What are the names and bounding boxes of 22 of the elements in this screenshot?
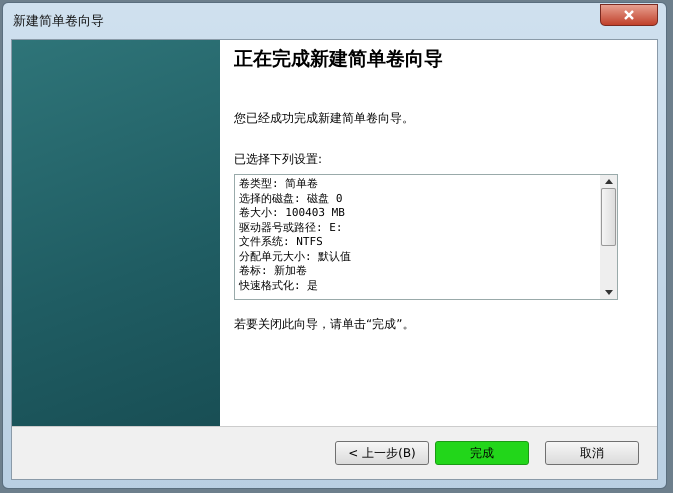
scrollbar[interactable] — [600, 175, 617, 299]
wizard-button[interactable]: 取消 — [545, 441, 639, 465]
setting-line: 卷大小: 100403 MB — [239, 206, 346, 220]
intro-text: 您已经成功完成新建简单卷向导。 — [234, 110, 415, 127]
settings-label: 已选择下列设置: — [234, 151, 324, 168]
wizard-heading: 正在完成新建简单卷向导 — [234, 47, 444, 72]
wizard-button[interactable]: 完成 — [435, 441, 529, 465]
down-arrow-icon[interactable] — [604, 290, 612, 295]
setting-line: 快速格式化: 是 — [239, 278, 320, 293]
window-title: 新建简单卷向导 — [12, 13, 104, 30]
setting-line: 文件系统: NTFS — [239, 235, 324, 250]
wizard-button[interactable]: < 上一步(B) — [335, 441, 429, 465]
close-icon — [623, 9, 635, 21]
up-arrow-icon[interactable] — [604, 179, 612, 184]
setting-line: 卷标: 新加卷 — [239, 264, 308, 278]
close-button[interactable] — [600, 4, 658, 26]
setting-line: 驱动器号或路径: E: — [239, 220, 344, 235]
scroll-thumb[interactable] — [601, 188, 616, 246]
setting-line: 选择的磁盘: 磁盘 0 — [239, 192, 344, 206]
setting-line: 分配单元大小: 默认值 — [239, 250, 352, 264]
closing-hint: 若要关闭此向导，请单击“完成”。 — [234, 316, 416, 333]
setting-line: 卷类型: 简单卷 — [239, 177, 320, 192]
